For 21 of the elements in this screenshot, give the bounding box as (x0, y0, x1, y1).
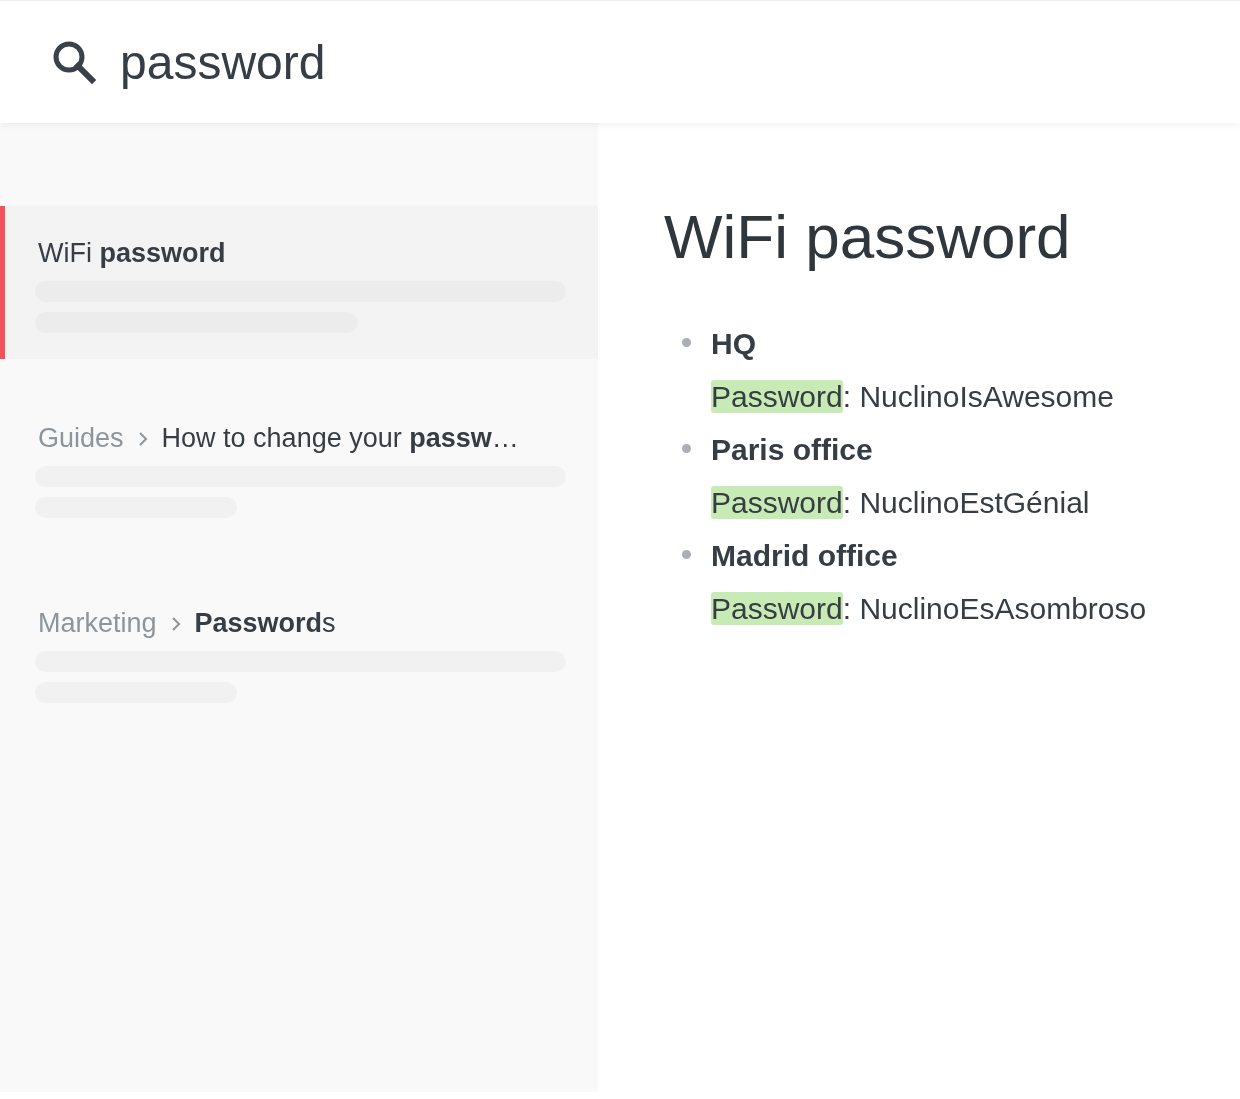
breadcrumb-folder: Marketing (38, 608, 157, 639)
search-result[interactable]: Guides How to change your passw… (0, 391, 598, 544)
document-title: WiFi password (664, 201, 1072, 272)
result-title: How to change your passw… (161, 423, 519, 454)
bullet-icon (682, 444, 691, 453)
bullet-icon (682, 338, 691, 347)
chevron-icon (170, 615, 181, 632)
password-line: Password: NuclinoEstGénial (711, 485, 1090, 521)
password-line: Password: NuclinoIsAwesome (711, 379, 1114, 415)
list-heading: HQ (711, 326, 757, 362)
search-result[interactable]: Marketing Passwords (0, 576, 598, 729)
bullet-icon (682, 550, 691, 559)
result-title: Passwords (194, 608, 336, 639)
search-field[interactable]: password (120, 34, 720, 90)
result-title: WiFi password (38, 238, 226, 269)
chevron-icon (137, 430, 148, 447)
breadcrumb-folder: Guides (38, 423, 124, 454)
password-line: Password: NuclinoEsAsombroso (711, 591, 1147, 627)
search-result[interactable]: WiFi password (0, 206, 598, 359)
list-heading: Paris office (711, 432, 874, 468)
list-heading: Madrid office (711, 538, 899, 574)
